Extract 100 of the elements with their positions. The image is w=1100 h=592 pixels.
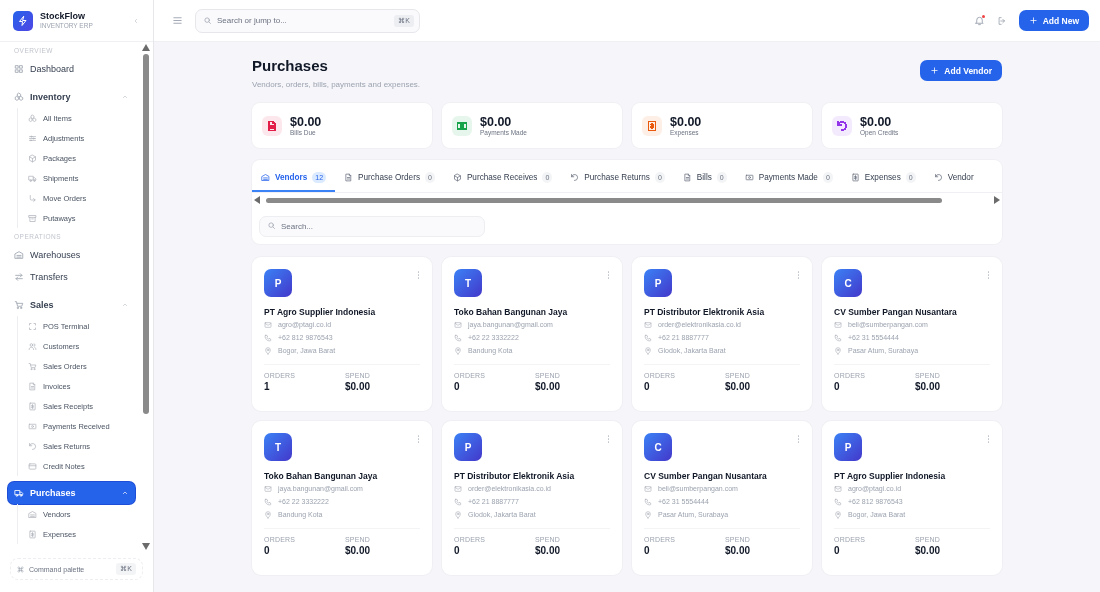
banknote-icon (28, 421, 37, 431)
stat-value: 0 (644, 381, 650, 392)
vendor-name: Toko Bahan Bangunan Jaya (264, 470, 378, 482)
cube-icon (452, 173, 462, 182)
mail-icon (644, 320, 652, 329)
building-icon (261, 173, 270, 182)
card-icon (28, 461, 37, 471)
nav-item[interactable]: Inventory (8, 86, 135, 108)
vendor-avatar: C (834, 269, 862, 297)
grid-icon (14, 64, 24, 74)
sliders-icon (28, 133, 37, 143)
cart-icon (14, 300, 24, 310)
boxes-icon (28, 113, 37, 123)
plus-icon (930, 66, 940, 75)
phone-icon (264, 497, 272, 506)
receipt-icon (28, 529, 37, 539)
stat-value: $0.00 (725, 381, 751, 392)
nav-item[interactable]: Sales (8, 294, 135, 316)
stat-value: $0.00 (915, 545, 941, 556)
add-vendor-button[interactable]: Add Vendor (920, 60, 1002, 81)
truck-icon (14, 488, 24, 498)
undo-icon (933, 173, 943, 182)
vendor-avatar: C (644, 433, 672, 461)
scan-icon (28, 321, 37, 331)
search-icon (267, 221, 276, 230)
nav-item[interactable]: Purchases (8, 482, 135, 504)
stat-value: $0.00 (535, 381, 561, 392)
nav-item[interactable]: Dashboard (8, 58, 135, 80)
page-title: Purchases (252, 56, 328, 76)
phone-icon (834, 497, 842, 506)
search-field[interactable]: Search... (259, 216, 485, 237)
vendor-avatar: T (264, 433, 292, 461)
stat-value: $0.00 (290, 115, 322, 129)
warehouse-icon (14, 250, 24, 260)
stat-value: 1 (264, 381, 270, 392)
vendor-avatar: T (454, 269, 482, 297)
app-name: StockFlow (40, 11, 86, 22)
vendor-name: CV Sumber Pangan Nusantara (644, 470, 767, 482)
stat-value: $0.00 (535, 545, 561, 556)
vendor-name: PT Agro Supplier Indonesia (834, 470, 946, 482)
mail-icon (834, 484, 842, 493)
banknote-icon (744, 173, 754, 182)
location-pin-icon (644, 510, 652, 519)
cart-icon (28, 361, 37, 371)
receipt-icon (28, 401, 37, 411)
nav-item[interactable]: Warehouses (8, 244, 135, 266)
location-pin-icon (454, 346, 462, 355)
stat-value: 0 (264, 545, 270, 556)
transfer-icon (14, 272, 24, 282)
menu-icon (172, 15, 183, 26)
location-pin-icon (834, 346, 842, 355)
vendor-name: PT Distributor Elektronik Asia (644, 306, 765, 318)
stat-value: $0.00 (915, 381, 941, 392)
stat-value: $0.00 (725, 545, 751, 556)
stat-value: 0 (454, 381, 460, 392)
phone-icon (644, 333, 652, 342)
stat-value: $0.00 (345, 381, 371, 392)
mail-icon (834, 320, 842, 329)
mail-icon (454, 320, 462, 329)
logout-icon (996, 15, 1007, 26)
stat-value: $0.00 (480, 115, 513, 129)
bell-icon (973, 15, 985, 26)
tab[interactable]: Vendor (924, 165, 983, 192)
boxes-icon (14, 92, 24, 102)
notification-button[interactable] (973, 15, 985, 26)
collapse-icon (132, 16, 140, 25)
document-icon (28, 381, 37, 391)
search-icon (203, 15, 212, 25)
mail-icon (264, 484, 272, 493)
stat-value: $0.00 (345, 545, 371, 556)
stat-value: $0.00 (670, 115, 702, 129)
receipt-icon (850, 173, 860, 182)
mail-icon (264, 320, 272, 329)
location-pin-icon (264, 510, 272, 519)
phone-icon (834, 333, 842, 342)
vendor-name: PT Distributor Elektronik Asia (454, 470, 575, 482)
phone-icon (454, 333, 462, 342)
logout-button[interactable] (996, 15, 1007, 26)
phone-icon (644, 497, 652, 506)
nav-item[interactable]: Transfers (8, 266, 135, 288)
page-subtitle: Vendors, orders, bills, payments and expenses. (252, 80, 421, 89)
turn-arrow-icon (28, 193, 37, 203)
stat-value: 0 (454, 545, 460, 556)
chevron-icon (121, 489, 129, 497)
location-pin-icon (644, 346, 652, 355)
chevron-icon (121, 93, 129, 101)
truck-icon (28, 173, 37, 183)
plus-icon (1028, 16, 1038, 25)
vendor-avatar: P (834, 433, 862, 461)
stat-value: 0 (834, 545, 840, 556)
command-icon (17, 565, 24, 573)
vendor-avatar: P (454, 433, 482, 461)
stat-value: 0 (834, 381, 840, 392)
building-icon (28, 509, 37, 519)
chevron-icon (121, 301, 129, 309)
add-new-button[interactable]: Add New (1018, 10, 1089, 31)
undo-icon (28, 441, 37, 451)
vendor-name: CV Sumber Pangan Nusantara (834, 306, 957, 318)
location-pin-icon (834, 510, 842, 519)
mail-icon (454, 484, 462, 493)
